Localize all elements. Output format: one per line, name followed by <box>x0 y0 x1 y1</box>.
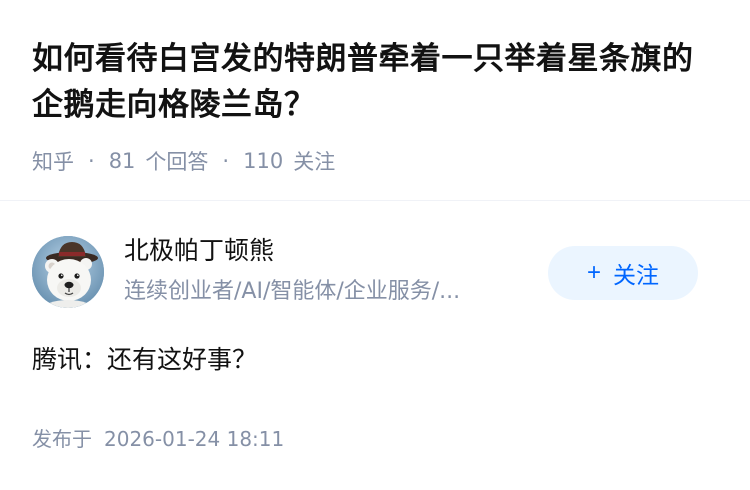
author-avatar[interactable] <box>32 236 104 308</box>
meta-separator: · <box>88 149 95 173</box>
meta-separator: · <box>222 149 230 173</box>
follower-count[interactable]: 110 <box>243 149 283 173</box>
author-name[interactable]: 北极帕丁顿熊 <box>124 234 274 268</box>
follower-count-label[interactable]: 关注 <box>293 146 335 176</box>
publish-info: 发布于 2026-01-24 18:11 <box>32 424 284 454</box>
divider <box>0 200 750 201</box>
answer-count-label[interactable]: 个回答 <box>145 146 208 176</box>
question-title[interactable]: 如何看待白宫发的特朗普牵着一只举着星条旗的企鹅走向格陵兰岛？ <box>32 36 722 128</box>
answer-page: 如何看待白宫发的特朗普牵着一只举着星条旗的企鹅走向格陵兰岛？ 知乎 · 81 个… <box>0 0 750 490</box>
plus-icon: + <box>586 259 601 286</box>
publish-label: 发布于 <box>32 427 92 451</box>
source-label[interactable]: 知乎 <box>32 146 74 176</box>
author-headline: 连续创业者/AI/智能体/企业服务/... <box>124 279 461 304</box>
follow-button-label: 关注 <box>613 262 659 288</box>
publish-date: 2026-01-24 18:11 <box>104 427 285 451</box>
answer-count[interactable]: 81 <box>109 149 136 173</box>
question-meta: 知乎 · 81 个回答 · 110 关注 <box>32 146 335 176</box>
follow-button[interactable]: + 关注 <box>548 246 698 300</box>
polar-bear-avatar-icon <box>32 236 104 308</box>
answer-content: 腾讯：还有这好事？ <box>32 345 258 374</box>
